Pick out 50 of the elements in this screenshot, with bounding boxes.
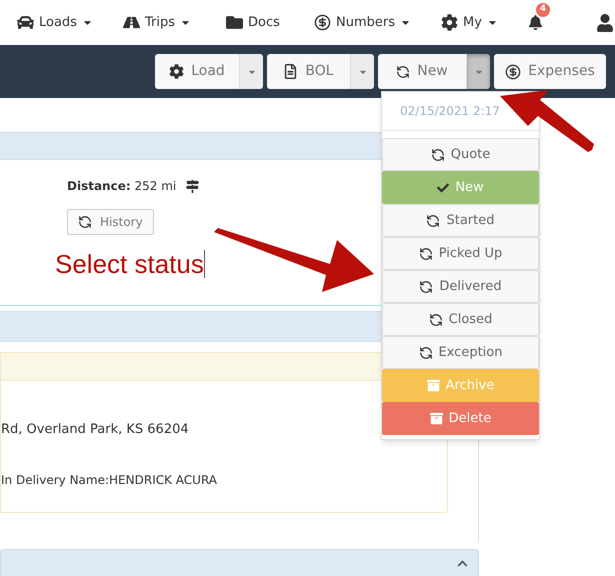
nav-link[interactable]: Trips bbox=[123, 12, 192, 32]
nav-link[interactable]: Loads bbox=[17, 12, 93, 32]
document-icon bbox=[283, 64, 298, 79]
collapse-icon[interactable] bbox=[457, 558, 468, 569]
distance-label: Distance: 252 mi bbox=[67, 178, 176, 195]
annotation-text: Select status bbox=[55, 251, 204, 277]
refresh-icon bbox=[430, 148, 445, 162]
refresh-icon bbox=[396, 64, 410, 78]
road-icon bbox=[123, 14, 140, 31]
delivery-name-text: In Delivery Name:HENDRICK ACURA bbox=[1, 472, 218, 488]
toolbar-button[interactable]: BOL bbox=[267, 54, 350, 89]
history-button[interactable]: History bbox=[67, 209, 154, 235]
toolbar-button[interactable]: Load bbox=[155, 54, 239, 89]
status-option[interactable]: Delete bbox=[382, 402, 539, 435]
refresh-icon bbox=[419, 280, 434, 294]
archive-icon bbox=[426, 379, 440, 392]
status-option[interactable]: Closed bbox=[382, 303, 539, 336]
status-option[interactable]: Exception bbox=[382, 336, 539, 369]
dropdown-toggle[interactable] bbox=[466, 54, 490, 89]
address-text: Rd, Overland Park, KS 66204 bbox=[1, 421, 190, 439]
toolbar-button[interactable]: Expenses bbox=[494, 54, 606, 89]
signpost-icon bbox=[186, 180, 200, 192]
toolbar-button[interactable]: New bbox=[378, 54, 466, 89]
check-icon bbox=[437, 182, 450, 194]
bell-icon[interactable] bbox=[528, 15, 543, 30]
archive-icon bbox=[430, 412, 443, 425]
dropdown-toggle[interactable] bbox=[239, 54, 263, 89]
status-option[interactable]: Delivered bbox=[382, 270, 539, 303]
refresh-icon bbox=[78, 215, 92, 229]
refresh-icon bbox=[428, 312, 443, 326]
nav-link[interactable]: Numbers bbox=[314, 12, 411, 32]
refresh-icon bbox=[418, 346, 432, 360]
gear-icon bbox=[169, 64, 184, 79]
dollar-icon bbox=[314, 14, 331, 31]
dollar-icon bbox=[505, 64, 522, 80]
status-option[interactable]: Picked Up bbox=[382, 237, 539, 270]
status-option[interactable]: Started bbox=[382, 204, 539, 237]
folder-icon bbox=[226, 14, 243, 31]
nav-link[interactable]: My bbox=[441, 12, 498, 32]
refresh-icon bbox=[426, 214, 440, 228]
car-icon bbox=[17, 14, 34, 31]
refresh-icon bbox=[418, 246, 433, 260]
gear-icon bbox=[441, 14, 458, 31]
nav-link[interactable]: Docs bbox=[226, 12, 280, 32]
text-cursor bbox=[204, 250, 205, 278]
timestamp-text: 02/15/2021 2:17 bbox=[400, 103, 500, 120]
user-icon[interactable] bbox=[596, 14, 614, 32]
dropdown-toggle[interactable] bbox=[350, 54, 374, 89]
notification-badge: 4 bbox=[536, 3, 550, 17]
status-option[interactable]: Quote bbox=[382, 138, 539, 171]
